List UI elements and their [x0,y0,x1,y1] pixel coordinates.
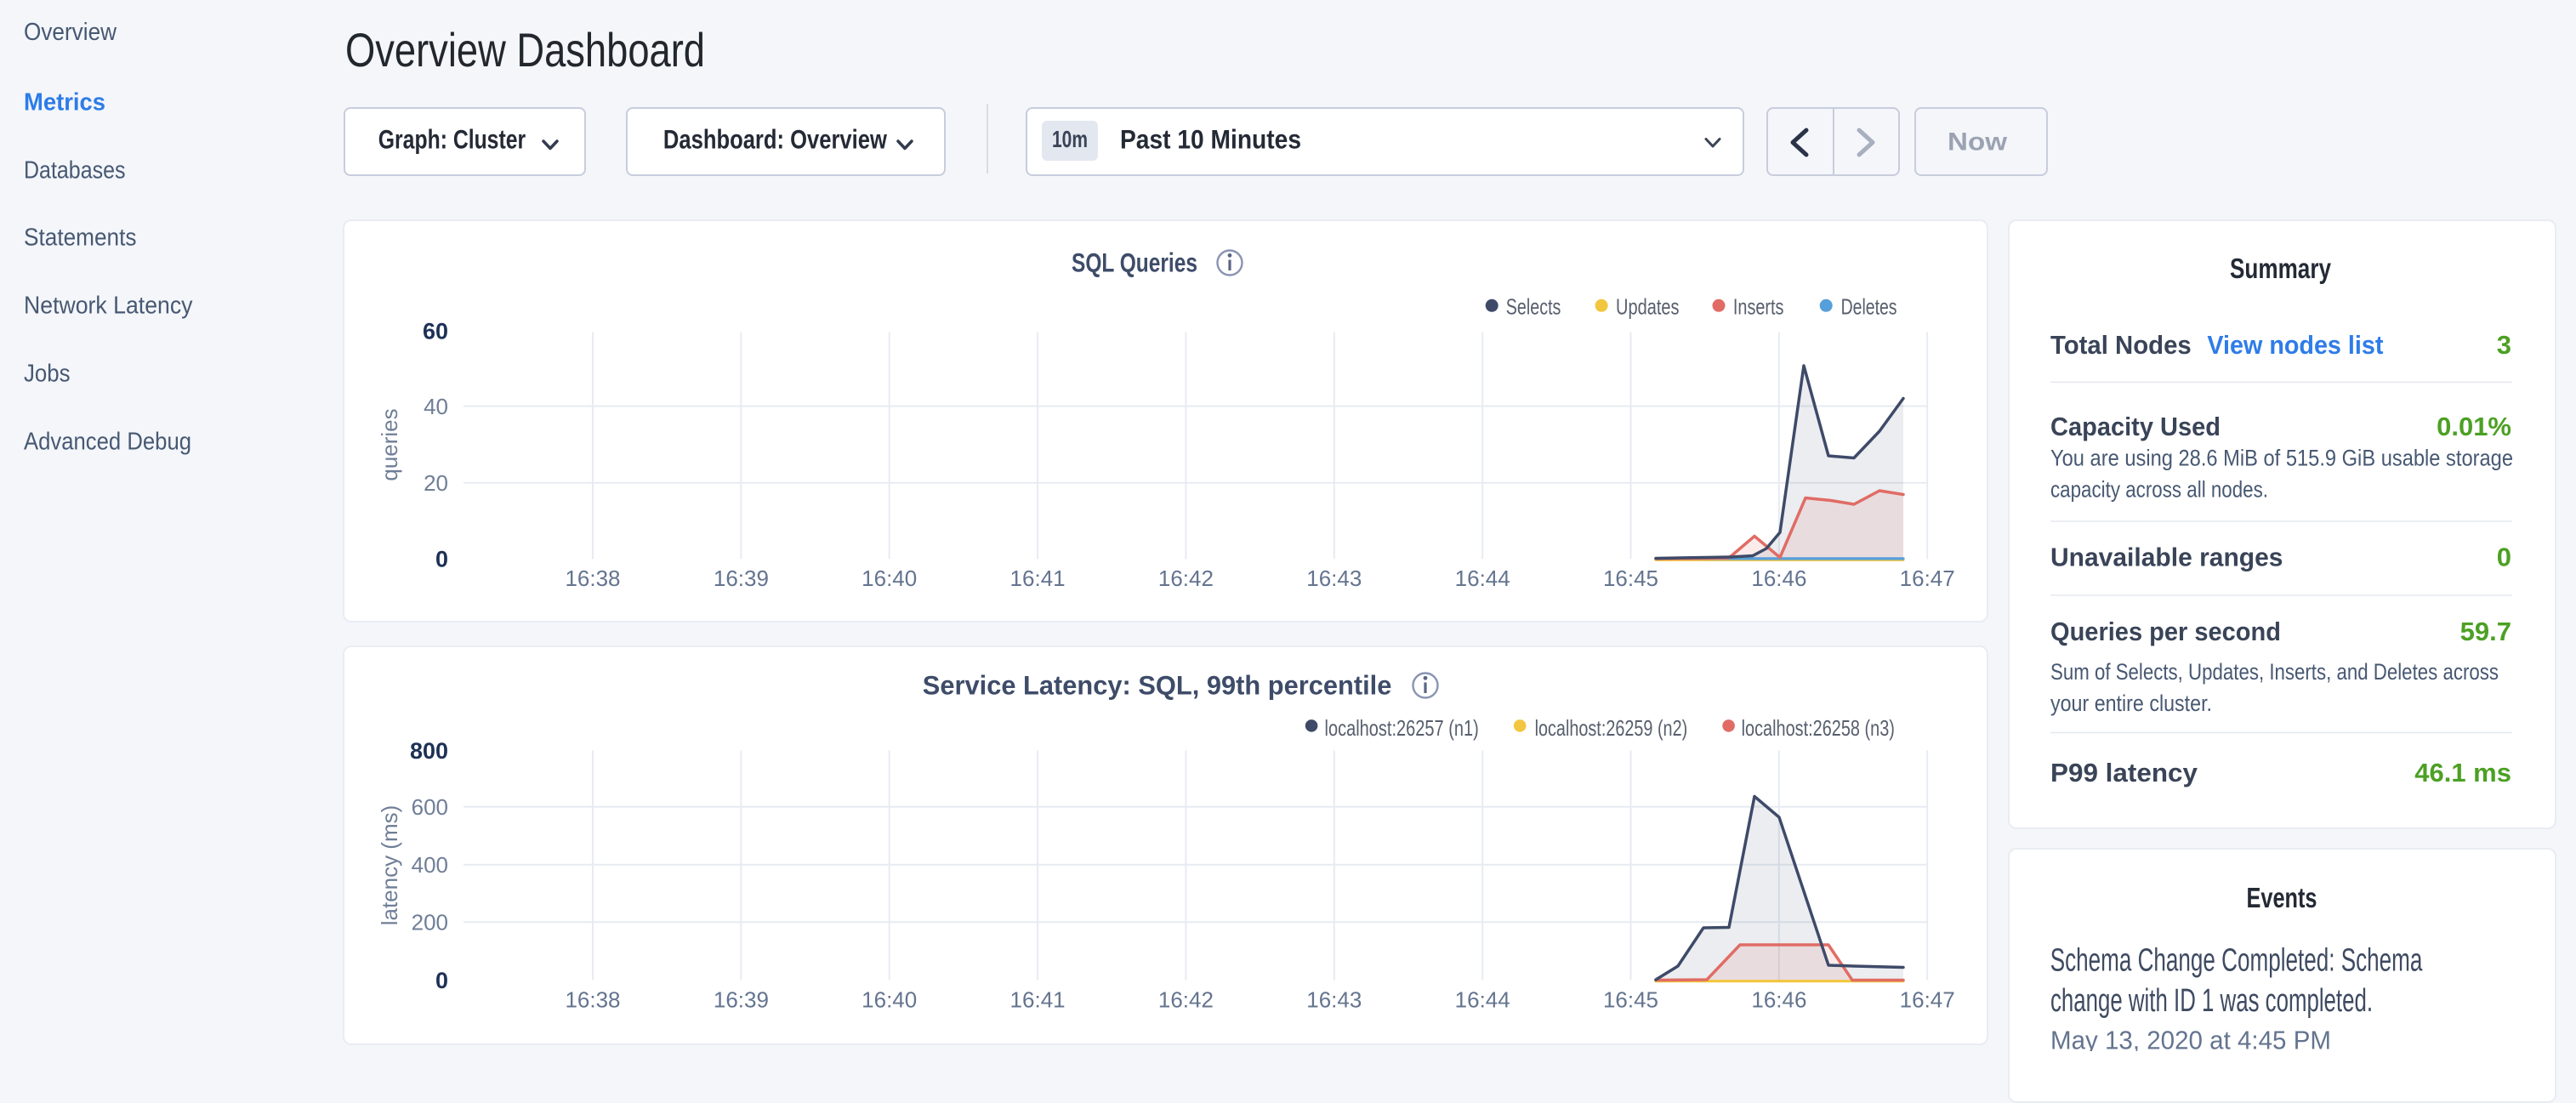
svg-text:May 13, 2020 at 4:45 PM: May 13, 2020 at 4:45 PM [2050,1026,2331,1052]
svg-text:10m: 10m [1052,126,1088,152]
svg-text:Service Latency: SQL, 99th per: Service Latency: SQL, 99th percentile [923,670,1392,701]
svg-text:46.1 ms: 46.1 ms [2414,758,2511,787]
svg-text:16:47: 16:47 [1900,566,1955,591]
svg-text:16:41: 16:41 [1010,566,1066,591]
svg-text:SQL Queries: SQL Queries [1072,247,1197,278]
svg-text:40: 40 [424,394,448,419]
svg-text:16:42: 16:42 [1158,566,1214,591]
svg-text:Events: Events [2247,882,2317,913]
svg-text:16:43: 16:43 [1306,566,1362,591]
svg-text:800: 800 [410,738,448,764]
svg-text:600: 600 [412,794,448,820]
svg-text:16:38: 16:38 [565,986,620,1012]
svg-text:Metrics: Metrics [24,89,105,117]
svg-text:Unavailable ranges: Unavailable ranges [2050,543,2283,572]
svg-text:your entire cluster.: your entire cluster. [2050,691,2212,716]
svg-text:400: 400 [412,852,448,878]
svg-text:16:46: 16:46 [1751,566,1806,591]
svg-text:16:40: 16:40 [862,986,917,1012]
svg-text:capacity across all nodes.: capacity across all nodes. [2050,477,2268,503]
svg-text:Advanced Debug: Advanced Debug [24,429,191,456]
svg-text:Selects: Selects [1506,294,1561,320]
svg-text:Databases: Databases [24,157,126,185]
svg-text:localhost:26259 (n2): localhost:26259 (n2) [1535,715,1688,741]
svg-text:0: 0 [435,968,448,993]
svg-text:0: 0 [435,547,448,572]
svg-text:0.01%: 0.01% [2437,412,2511,441]
svg-text:16:39: 16:39 [714,986,769,1012]
svg-text:Now: Now [1948,128,2008,156]
svg-text:View nodes list: View nodes list [2207,330,2383,360]
svg-text:Capacity Used: Capacity Used [2050,412,2221,441]
svg-text:16:44: 16:44 [1455,566,1510,591]
svg-text:16:46: 16:46 [1751,986,1806,1012]
svg-text:16:42: 16:42 [1158,986,1214,1012]
svg-text:Total Nodes: Total Nodes [2050,330,2192,360]
svg-text:Inserts: Inserts [1733,294,1784,320]
svg-text:Past 10 Minutes: Past 10 Minutes [1120,124,1301,155]
svg-text:16:38: 16:38 [565,566,620,591]
svg-text:16:47: 16:47 [1900,986,1955,1012]
svg-text:Overview: Overview [24,19,117,46]
svg-text:16:40: 16:40 [862,566,917,591]
svg-text:Statements: Statements [24,225,137,252]
svg-text:20: 20 [424,470,448,496]
svg-text:200: 200 [412,910,448,935]
svg-text:change with ID 1 was completed: change with ID 1 was completed. [2050,983,2373,1019]
svg-text:Summary: Summary [2230,253,2332,284]
svg-text:Updates: Updates [1616,294,1680,320]
svg-text:Dashboard: Overview: Dashboard: Overview [663,124,887,155]
svg-text:Sum of Selects, Updates, Inser: Sum of Selects, Updates, Inserts, and De… [2050,659,2499,685]
svg-text:localhost:26258 (n3): localhost:26258 (n3) [1742,715,1895,741]
svg-text:16:45: 16:45 [1603,986,1658,1012]
svg-text:16:39: 16:39 [714,566,769,591]
svg-text:P99 latency: P99 latency [2050,758,2198,787]
svg-text:3: 3 [2497,330,2511,360]
svg-text:16:41: 16:41 [1010,986,1066,1012]
svg-text:16:43: 16:43 [1306,986,1362,1012]
svg-text:16:44: 16:44 [1455,986,1510,1012]
svg-text:0: 0 [2497,543,2511,572]
svg-text:You are using 28.6 MiB of 515.: You are using 28.6 MiB of 515.9 GiB usab… [2050,446,2513,471]
svg-text:59.7: 59.7 [2460,617,2511,646]
svg-text:Network Latency: Network Latency [24,293,193,320]
svg-text:Overview Dashboard: Overview Dashboard [345,23,705,77]
svg-text:Jobs: Jobs [24,361,71,388]
svg-text:queries: queries [377,408,402,480]
svg-text:localhost:26257 (n1): localhost:26257 (n1) [1325,715,1479,741]
svg-text:latency (ms): latency (ms) [377,805,402,926]
svg-text:60: 60 [423,319,448,344]
svg-text:Schema Change Completed: Schem: Schema Change Completed: Schema [2050,943,2423,979]
svg-text:Queries per second: Queries per second [2050,617,2281,646]
svg-text:Deletes: Deletes [1841,294,1897,320]
svg-text:16:45: 16:45 [1603,566,1658,591]
svg-text:Graph: Cluster: Graph: Cluster [378,124,526,155]
